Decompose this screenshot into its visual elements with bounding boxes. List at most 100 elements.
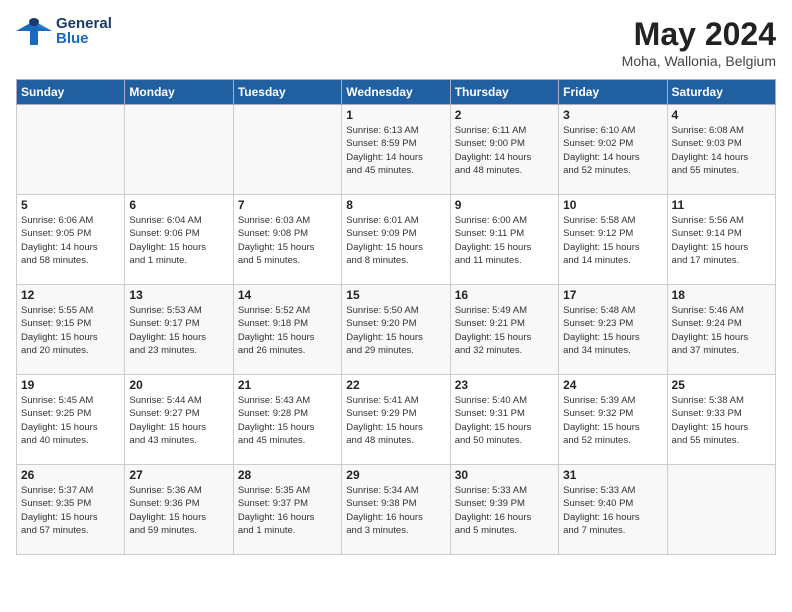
calendar-day-cell: 16 Sunrise: 5:49 AM Sunset: 9:21 PM Dayli…	[450, 285, 558, 375]
day-number: 25	[672, 378, 771, 392]
logo: General Blue	[16, 16, 112, 46]
day-info-text: Sunrise: 6:08 AM Sunset: 9:03 PM Dayligh…	[672, 124, 771, 177]
day-number: 21	[238, 378, 337, 392]
day-number: 7	[238, 198, 337, 212]
day-info-text: Sunrise: 5:55 AM Sunset: 9:15 PM Dayligh…	[21, 304, 120, 357]
calendar-day-cell: 11Sunrise: 5:56 AM Sunset: 9:14 PM Dayli…	[667, 195, 775, 285]
day-info-text: Sunrise: 5:44 AM Sunset: 9:27 PM Dayligh…	[129, 394, 228, 447]
day-number: 10	[563, 198, 662, 212]
calendar-day-cell: 6 Sunrise: 6:04 AM Sunset: 9:06 PM Daylig…	[125, 195, 233, 285]
calendar-week-row: 19 Sunrise: 5:45 AM Sunset: 9:25 PM Dayli…	[17, 375, 776, 465]
month-year-title: May 2024	[622, 16, 776, 53]
logo-text: General Blue	[56, 16, 112, 46]
day-info-text: Sunrise: 6:04 AM Sunset: 9:06 PM Dayligh…	[129, 214, 228, 267]
calendar-day-cell	[233, 105, 341, 195]
calendar-week-row: 12 Sunrise: 5:55 AM Sunset: 9:15 PM Dayli…	[17, 285, 776, 375]
calendar-day-cell: 7Sunrise: 6:03 AM Sunset: 9:08 PM Daylig…	[233, 195, 341, 285]
weekday-header: Friday	[559, 80, 667, 105]
day-info-text: Sunrise: 5:38 AM Sunset: 9:33 PM Dayligh…	[672, 394, 771, 447]
day-number: 8	[346, 198, 445, 212]
day-number: 18	[672, 288, 771, 302]
day-number: 26	[21, 468, 120, 482]
day-info-text: Sunrise: 5:56 AM Sunset: 9:14 PM Dayligh…	[672, 214, 771, 267]
day-number: 27	[129, 468, 228, 482]
calendar-day-cell: 17 Sunrise: 5:48 AM Sunset: 9:23 PM Dayli…	[559, 285, 667, 375]
day-number: 28	[238, 468, 337, 482]
calendar-day-cell: 15Sunrise: 5:50 AM Sunset: 9:20 PM Dayli…	[342, 285, 450, 375]
day-number: 4	[672, 108, 771, 122]
day-number: 30	[455, 468, 554, 482]
calendar-day-cell: 12 Sunrise: 5:55 AM Sunset: 9:15 PM Dayli…	[17, 285, 125, 375]
calendar-day-cell: 1 Sunrise: 6:13 AM Sunset: 8:59 PM Daylig…	[342, 105, 450, 195]
calendar-table: SundayMondayTuesdayWednesdayThursdayFrid…	[16, 79, 776, 555]
day-number: 6	[129, 198, 228, 212]
weekday-header: Sunday	[17, 80, 125, 105]
day-info-text: Sunrise: 5:50 AM Sunset: 9:20 PM Dayligh…	[346, 304, 445, 357]
location-subtitle: Moha, Wallonia, Belgium	[622, 53, 776, 69]
day-number: 24	[563, 378, 662, 392]
day-number: 29	[346, 468, 445, 482]
day-info-text: Sunrise: 5:48 AM Sunset: 9:23 PM Dayligh…	[563, 304, 662, 357]
calendar-day-cell: 19 Sunrise: 5:45 AM Sunset: 9:25 PM Dayli…	[17, 375, 125, 465]
day-info-text: Sunrise: 6:13 AM Sunset: 8:59 PM Dayligh…	[346, 124, 445, 177]
calendar-week-row: 26 Sunrise: 5:37 AM Sunset: 9:35 PM Dayli…	[17, 465, 776, 555]
calendar-day-cell: 2 Sunrise: 6:11 AM Sunset: 9:00 PM Daylig…	[450, 105, 558, 195]
day-number: 31	[563, 468, 662, 482]
day-number: 19	[21, 378, 120, 392]
calendar-day-cell: 23 Sunrise: 5:40 AM Sunset: 9:31 PM Dayli…	[450, 375, 558, 465]
day-number: 12	[21, 288, 120, 302]
calendar-day-cell: 29 Sunrise: 5:34 AM Sunset: 9:38 PM Dayli…	[342, 465, 450, 555]
logo-general-text: General	[56, 16, 112, 31]
day-number: 2	[455, 108, 554, 122]
day-info-text: Sunrise: 5:49 AM Sunset: 9:21 PM Dayligh…	[455, 304, 554, 357]
calendar-day-cell	[667, 465, 775, 555]
weekday-header-row: SundayMondayTuesdayWednesdayThursdayFrid…	[17, 80, 776, 105]
calendar-day-cell: 28 Sunrise: 5:35 AM Sunset: 9:37 PM Dayli…	[233, 465, 341, 555]
day-info-text: Sunrise: 5:35 AM Sunset: 9:37 PM Dayligh…	[238, 484, 337, 537]
calendar-day-cell: 26 Sunrise: 5:37 AM Sunset: 9:35 PM Dayli…	[17, 465, 125, 555]
day-info-text: Sunrise: 5:45 AM Sunset: 9:25 PM Dayligh…	[21, 394, 120, 447]
calendar-day-cell: 4 Sunrise: 6:08 AM Sunset: 9:03 PM Daylig…	[667, 105, 775, 195]
day-info-text: Sunrise: 5:33 AM Sunset: 9:40 PM Dayligh…	[563, 484, 662, 537]
day-info-text: Sunrise: 6:01 AM Sunset: 9:09 PM Dayligh…	[346, 214, 445, 267]
weekday-header: Tuesday	[233, 80, 341, 105]
calendar-day-cell: 27 Sunrise: 5:36 AM Sunset: 9:36 PM Dayli…	[125, 465, 233, 555]
weekday-header: Monday	[125, 80, 233, 105]
day-info-text: Sunrise: 5:34 AM Sunset: 9:38 PM Dayligh…	[346, 484, 445, 537]
day-info-text: Sunrise: 6:11 AM Sunset: 9:00 PM Dayligh…	[455, 124, 554, 177]
calendar-day-cell: 9 Sunrise: 6:00 AM Sunset: 9:11 PM Daylig…	[450, 195, 558, 285]
calendar-day-cell: 13Sunrise: 5:53 AM Sunset: 9:17 PM Dayli…	[125, 285, 233, 375]
calendar-day-cell	[17, 105, 125, 195]
calendar-day-cell: 21 Sunrise: 5:43 AM Sunset: 9:28 PM Dayli…	[233, 375, 341, 465]
calendar-day-cell: 22Sunrise: 5:41 AM Sunset: 9:29 PM Dayli…	[342, 375, 450, 465]
day-info-text: Sunrise: 5:52 AM Sunset: 9:18 PM Dayligh…	[238, 304, 337, 357]
day-number: 9	[455, 198, 554, 212]
day-number: 23	[455, 378, 554, 392]
weekday-header: Wednesday	[342, 80, 450, 105]
day-info-text: Sunrise: 5:40 AM Sunset: 9:31 PM Dayligh…	[455, 394, 554, 447]
day-info-text: Sunrise: 6:10 AM Sunset: 9:02 PM Dayligh…	[563, 124, 662, 177]
logo-blue-text: Blue	[56, 31, 112, 46]
day-number: 17	[563, 288, 662, 302]
day-info-text: Sunrise: 5:37 AM Sunset: 9:35 PM Dayligh…	[21, 484, 120, 537]
day-number: 5	[21, 198, 120, 212]
day-info-text: Sunrise: 5:46 AM Sunset: 9:24 PM Dayligh…	[672, 304, 771, 357]
day-number: 16	[455, 288, 554, 302]
day-info-text: Sunrise: 5:43 AM Sunset: 9:28 PM Dayligh…	[238, 394, 337, 447]
day-info-text: Sunrise: 5:39 AM Sunset: 9:32 PM Dayligh…	[563, 394, 662, 447]
weekday-header: Saturday	[667, 80, 775, 105]
day-number: 3	[563, 108, 662, 122]
day-number: 1	[346, 108, 445, 122]
day-info-text: Sunrise: 5:58 AM Sunset: 9:12 PM Dayligh…	[563, 214, 662, 267]
calendar-day-cell: 20Sunrise: 5:44 AM Sunset: 9:27 PM Dayli…	[125, 375, 233, 465]
calendar-day-cell: 30 Sunrise: 5:33 AM Sunset: 9:39 PM Dayli…	[450, 465, 558, 555]
calendar-week-row: 5 Sunrise: 6:06 AM Sunset: 9:05 PM Daylig…	[17, 195, 776, 285]
calendar-day-cell: 5 Sunrise: 6:06 AM Sunset: 9:05 PM Daylig…	[17, 195, 125, 285]
day-number: 22	[346, 378, 445, 392]
day-info-text: Sunrise: 6:06 AM Sunset: 9:05 PM Dayligh…	[21, 214, 120, 267]
day-info-text: Sunrise: 5:33 AM Sunset: 9:39 PM Dayligh…	[455, 484, 554, 537]
calendar-day-cell: 18 Sunrise: 5:46 AM Sunset: 9:24 PM Dayli…	[667, 285, 775, 375]
day-info-text: Sunrise: 6:00 AM Sunset: 9:11 PM Dayligh…	[455, 214, 554, 267]
day-info-text: Sunrise: 5:36 AM Sunset: 9:36 PM Dayligh…	[129, 484, 228, 537]
day-info-text: Sunrise: 5:53 AM Sunset: 9:17 PM Dayligh…	[129, 304, 228, 357]
